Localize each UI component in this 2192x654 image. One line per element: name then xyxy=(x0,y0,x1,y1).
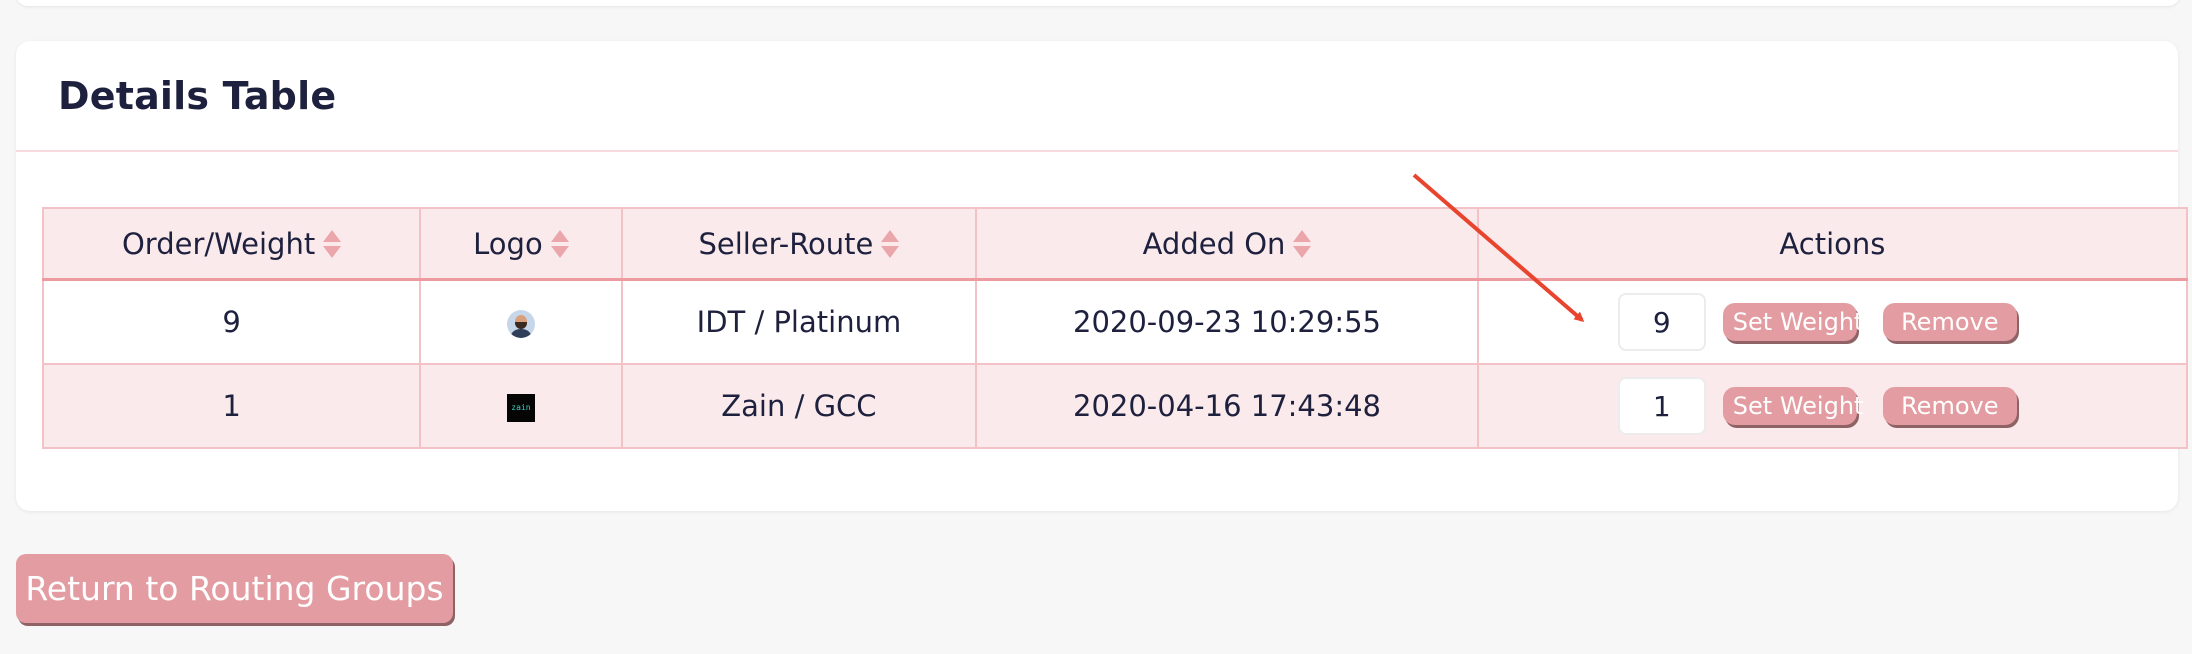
column-label: Added On xyxy=(1142,226,1286,261)
column-header-seller-route[interactable]: Seller-Route xyxy=(620,207,978,281)
weight-input[interactable] xyxy=(1617,293,1706,351)
logo-cell: zain xyxy=(419,363,623,449)
added-on-cell: 2020-04-16 17:43:48 xyxy=(975,363,1479,449)
column-label: Logo xyxy=(473,226,543,261)
card-title: Details Table xyxy=(58,74,337,118)
details-table: Order/Weight Logo Seller-Route Added On … xyxy=(41,207,2189,449)
remove-button[interactable]: Remove xyxy=(1882,387,2017,425)
return-to-routing-groups-button[interactable]: Return to Routing Groups xyxy=(16,554,453,623)
table-header-row: Order/Weight Logo Seller-Route Added On … xyxy=(41,207,2189,281)
sort-icon[interactable] xyxy=(1293,229,1312,259)
weight-input[interactable] xyxy=(1617,377,1706,435)
set-weight-button[interactable]: Set Weight xyxy=(1722,303,1863,341)
added-on-cell: 2020-09-23 10:29:55 xyxy=(975,278,1479,365)
column-label: Order/Weight xyxy=(121,226,316,261)
avatar-logo-icon xyxy=(506,310,535,338)
column-label: Actions xyxy=(1779,226,1886,261)
seller-route-cell: IDT / Platinum xyxy=(620,278,978,365)
column-header-logo[interactable]: Logo xyxy=(419,207,623,281)
column-label: Seller-Route xyxy=(698,226,874,261)
column-header-actions: Actions xyxy=(1476,207,2189,281)
previous-card xyxy=(16,0,2180,6)
table-row: 1 zain Zain / GCC 2020-04-16 17:43:48 Se… xyxy=(41,363,2189,449)
actions-cell: Set Weight Remove xyxy=(1476,363,2189,449)
remove-button[interactable]: Remove xyxy=(1882,303,2017,341)
logo-cell xyxy=(419,278,623,365)
card-header: Details Table xyxy=(16,41,2178,152)
sort-icon[interactable] xyxy=(323,229,342,259)
actions-cell: Set Weight Remove xyxy=(1476,278,2189,365)
table-row: 9 IDT / Platinum 2020-09-23 10:29:55 Set… xyxy=(41,278,2189,365)
sort-icon[interactable] xyxy=(550,229,569,259)
order-weight-cell: 1 xyxy=(41,363,422,449)
order-weight-cell: 9 xyxy=(41,278,422,365)
zain-logo-icon: zain xyxy=(506,394,535,422)
seller-route-cell: Zain / GCC xyxy=(620,363,978,449)
sort-icon[interactable] xyxy=(881,229,900,259)
column-header-added-on[interactable]: Added On xyxy=(975,207,1479,281)
set-weight-button[interactable]: Set Weight xyxy=(1722,387,1863,425)
column-header-order-weight[interactable]: Order/Weight xyxy=(41,207,422,281)
